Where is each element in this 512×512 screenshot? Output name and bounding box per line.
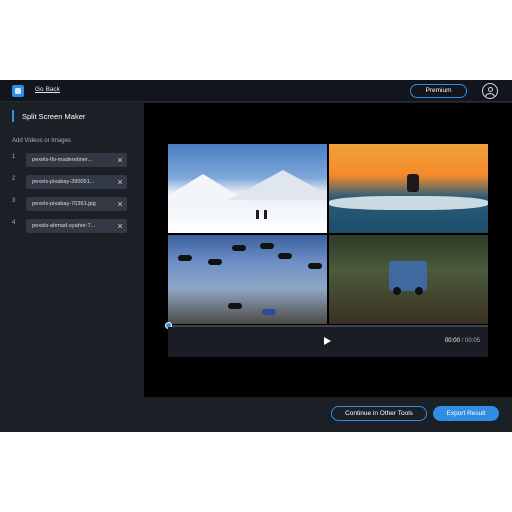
close-icon[interactable]: ×: [113, 219, 127, 233]
time-display: 00:00 / 00:05: [445, 338, 480, 344]
preview-cell-surfing[interactable]: [329, 144, 488, 233]
preview-cell-offroad[interactable]: [329, 235, 488, 324]
app-window: Go Back Premium Split Screen Maker Add V…: [0, 80, 512, 432]
close-icon[interactable]: ×: [113, 153, 127, 167]
user-account-icon[interactable]: [482, 83, 498, 99]
player-controls: 00:00 / 00:05: [168, 327, 488, 357]
go-back-link[interactable]: Go Back: [35, 86, 60, 93]
current-time: 00:00: [444, 338, 460, 344]
media-item: 1 pexels-flo-maderebner... ×: [12, 153, 130, 167]
item-number: 4: [12, 220, 16, 226]
media-item: 3 pexels-pixabay-70361.jpg ×: [12, 197, 130, 211]
sidebar: Split Screen Maker Add Videos or Images …: [0, 103, 144, 432]
media-file-field[interactable]: pexels-flo-maderebner...: [26, 153, 116, 167]
item-number: 3: [12, 198, 16, 204]
item-number: 1: [12, 154, 16, 160]
media-file-field[interactable]: pexels-ahmad-syahrir-7...: [26, 219, 116, 233]
item-number: 2: [12, 176, 16, 182]
play-icon[interactable]: [324, 337, 331, 345]
preview-area: 00:00 / 00:05: [144, 103, 512, 397]
close-icon[interactable]: ×: [113, 175, 127, 189]
split-screen-preview: [168, 144, 488, 325]
title-accent-bar: [12, 110, 14, 122]
export-result-button[interactable]: Export Result: [433, 406, 499, 421]
app-logo-icon: [12, 85, 24, 97]
premium-button[interactable]: Premium: [410, 84, 467, 98]
top-bar: Go Back Premium: [0, 80, 512, 102]
preview-cell-skydiving[interactable]: [168, 235, 327, 324]
media-item: 4 pexels-ahmad-syahrir-7... ×: [12, 219, 130, 233]
continue-in-other-tools-button[interactable]: Continue in Other Tools: [331, 406, 427, 421]
section-label: Add Videos or Images: [12, 138, 71, 144]
page-title: Split Screen Maker: [22, 112, 86, 121]
preview-cell-skiing[interactable]: [168, 144, 327, 233]
media-file-field[interactable]: pexels-pixabay-70361.jpg: [26, 197, 116, 211]
media-item: 2 pexels-pixabay-390051... ×: [12, 175, 130, 189]
media-file-field[interactable]: pexels-pixabay-390051...: [26, 175, 116, 189]
action-bar: Continue in Other Tools Export Result: [144, 397, 512, 432]
total-time: 00:05: [464, 338, 480, 344]
close-icon[interactable]: ×: [113, 197, 127, 211]
